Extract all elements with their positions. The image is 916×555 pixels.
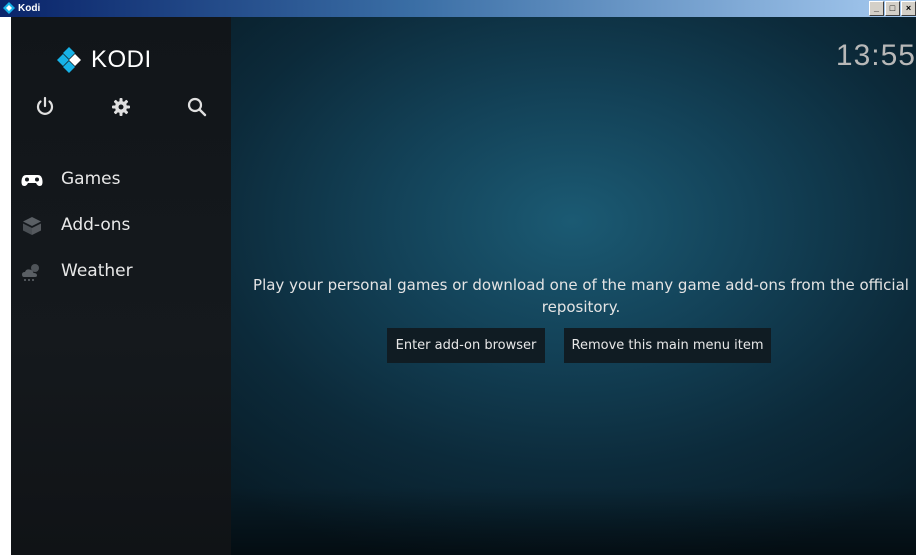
kodi-app: KODI Games Add-ons Weather 13:55 Play yo… [11, 17, 916, 555]
top-icon-bar [11, 95, 231, 125]
power-icon[interactable] [33, 95, 57, 119]
menu-item-games[interactable]: Games [11, 157, 231, 203]
kodi-logo-icon [57, 47, 81, 73]
info-message: Play your personal games or download one… [253, 276, 909, 316]
menu-item-weather[interactable]: Weather [11, 249, 231, 295]
weather-icon [22, 264, 39, 281]
window-title: Kodi [18, 3, 41, 14]
window-controls: _ □ × [869, 1, 916, 16]
menu-item-label: Weather [61, 261, 133, 281]
sidebar: KODI Games Add-ons Weather [11, 17, 231, 555]
menu-item-label: Add-ons [61, 215, 131, 235]
search-icon[interactable] [185, 95, 209, 119]
main-menu: Games Add-ons Weather [11, 157, 231, 295]
close-button[interactable]: × [901, 1, 916, 16]
addon-box-icon [23, 217, 41, 235]
maximize-button[interactable]: □ [885, 1, 900, 16]
menu-item-addons[interactable]: Add-ons [11, 203, 231, 249]
window-left-border [0, 17, 11, 555]
clock: 13:55 [835, 39, 916, 72]
remove-menu-item-button[interactable]: Remove this main menu item [564, 328, 771, 363]
logo-text: KODI [91, 46, 152, 73]
minimize-button[interactable]: _ [869, 1, 884, 16]
kodi-logo: KODI [55, 45, 152, 75]
enter-addon-browser-button[interactable]: Enter add-on browser [387, 328, 545, 363]
window-titlebar[interactable]: Kodi _ □ × [0, 0, 916, 17]
menu-item-label: Games [61, 169, 121, 189]
gear-icon[interactable] [109, 95, 133, 119]
window-frame: Kodi _ □ × KODI Games Add-ons Weather 13… [0, 0, 916, 555]
gamepad-icon [21, 175, 43, 186]
kodi-app-icon [3, 2, 15, 14]
bottom-shade [231, 487, 916, 555]
